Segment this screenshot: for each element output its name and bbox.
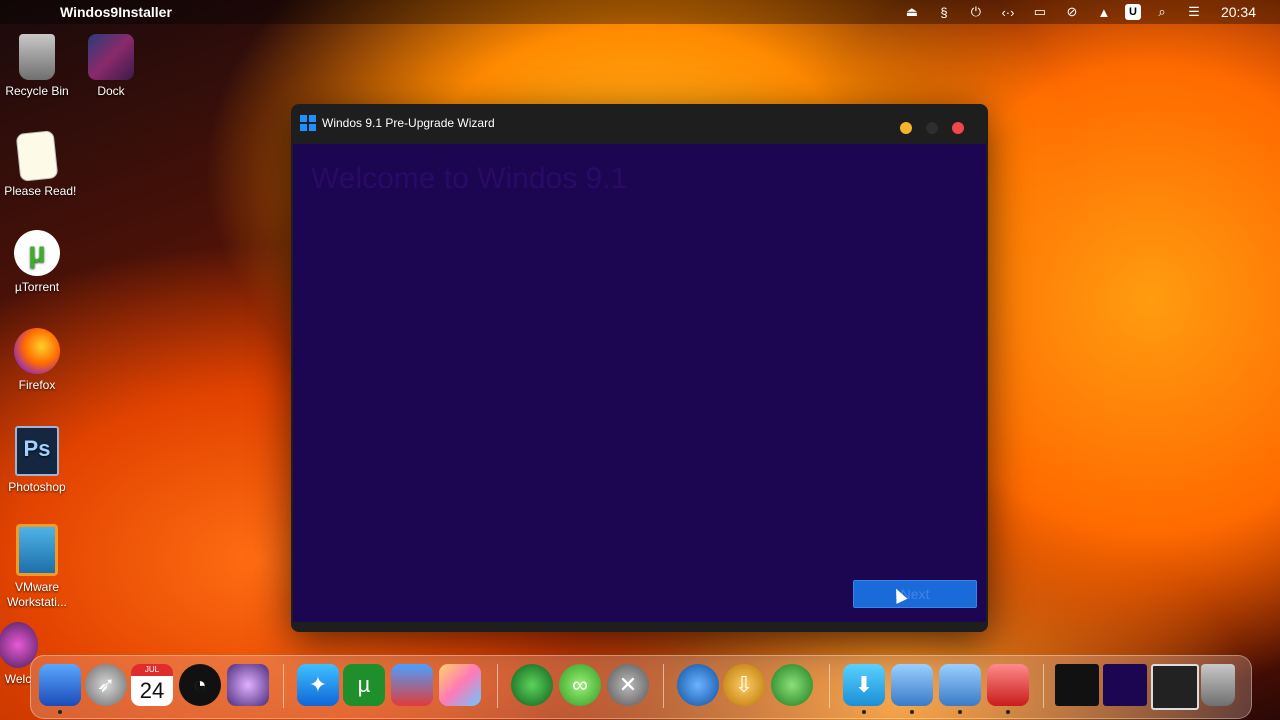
windows-app-icon[interactable] [391,664,433,706]
calendar-day: 24 [131,676,173,706]
macos-icon[interactable] [227,664,269,706]
image-viewer-icon[interactable] [987,664,1029,706]
install2-icon[interactable] [939,664,981,706]
trash-icon[interactable] [1201,664,1235,706]
safari-icon[interactable]: ✦ [297,664,339,706]
window-thumb2-icon[interactable] [1151,664,1199,710]
install-icon[interactable] [891,664,933,706]
tools-icon[interactable]: ✕ [607,664,649,706]
close-button[interactable] [952,122,964,134]
dock-separator [663,664,664,708]
window-titlebar[interactable]: Windos 9.1 Pre-Upgrade Wizard [291,104,988,142]
readme-note-icon [15,130,59,182]
collabsysos-icon[interactable] [511,664,553,706]
next-button[interactable]: Next [853,580,977,608]
dock-separator [1043,664,1044,708]
desktop-icon-label: VMware Workstati... [7,580,67,609]
desktop-icon-utorrent[interactable]: µ µTorrent [0,230,77,295]
power-icon[interactable]: ⏻ [965,1,987,23]
calendar-month: JUL [131,664,173,676]
utorrent-icon: µ [14,230,60,276]
dock-icon [88,34,134,80]
wizard-window: Windos 9.1 Pre-Upgrade Wizard Welcome to… [291,104,988,632]
running-indicator [910,710,914,714]
script-icon[interactable]: § [933,1,955,23]
windows-logo-icon [300,115,316,131]
search-icon[interactable]: ⌕ [1151,1,1173,23]
firefox-icon [14,328,60,374]
desktop-icon-label: Firefox [18,378,56,392]
dock: ➶ JUL 24 ◔ ✦ µ ∞ ✕ ⇩ ⬇ [30,655,1252,719]
display-icon[interactable]: ▭ [1029,1,1051,23]
maximize-button[interactable] [926,122,938,134]
wizard-heading: Welcome to Windos 9.1 [311,162,628,195]
window-controls [886,122,964,134]
upload-icon[interactable]: ▲ [1093,1,1115,23]
desktop-icon-label: Dock [97,84,125,98]
window-thumb-icon[interactable] [1103,664,1147,706]
utorrent-icon[interactable]: µ [343,664,385,706]
clock-icon[interactable]: ◔ [179,664,221,706]
photoshop-icon: Ps [15,426,59,476]
desktop-icon-label: Photoshop [8,480,66,494]
window-title: Windos 9.1 Pre-Upgrade Wizard [322,116,495,130]
running-indicator [862,710,866,714]
terminal-thumb-icon[interactable] [1055,664,1099,706]
menu-bar: Windos9Installer ⏏ § ⏻ ‹·› ▭ ⊘ ▲ U ⌕ ☰ 2… [0,0,1280,24]
www-icon[interactable] [677,664,719,706]
menu-clock[interactable]: 20:34 [1221,4,1256,20]
code-icon[interactable]: ‹·› [997,1,1019,23]
dock-separator [283,664,284,708]
wifi-off-icon[interactable]: ⊘ [1061,1,1083,23]
desktop-icon-photoshop[interactable]: Ps Photoshop [0,426,77,495]
recycle-bin-icon [19,34,55,80]
vmware-icon [16,524,58,576]
running-indicator [58,710,62,714]
launchpad-icon[interactable]: ➶ [85,664,127,706]
running-indicator [1006,710,1010,714]
desktop-icon-label: ! Please Read! [0,184,77,198]
running-indicator [958,710,962,714]
active-app-name[interactable]: Windos9Installer [60,4,172,20]
dock-separator [829,664,830,708]
desktop-icon-label: Recycle Bin [5,84,69,98]
wizard-content: Welcome to Windos 9.1 Next [293,144,986,622]
link-icon[interactable]: ∞ [559,664,601,706]
download-app-icon[interactable]: ⇩ [723,664,765,706]
desktop-icon-please-read[interactable]: ! Please Read! [0,130,77,199]
downloads-folder-icon[interactable]: ⬇ [843,664,885,706]
status-area: ⏏ § ⏻ ‹·› ▭ ⊘ ▲ U ⌕ ☰ 20:34 [901,0,1280,24]
desktop-icon-recycle-bin[interactable]: Recycle Bin [0,34,77,99]
calendar-icon[interactable]: JUL 24 [131,664,173,706]
control-center-icon[interactable]: ☰ [1183,1,1205,23]
desktop-icon-dock[interactable]: Dock [71,34,151,99]
finder-icon[interactable] [39,664,81,706]
eject-icon[interactable]: ⏏ [901,1,923,23]
dock-separator [497,664,498,708]
network-icon[interactable] [771,664,813,706]
u-badge-icon[interactable]: U [1124,4,1141,20]
desktop-icon-firefox[interactable]: Firefox [0,328,77,393]
photos-icon[interactable] [439,664,481,706]
minimize-button[interactable] [900,122,912,134]
desktop-icon-label: µTorrent [14,280,60,294]
desktop-icon-vmware[interactable]: VMware Workstati... [0,524,77,610]
